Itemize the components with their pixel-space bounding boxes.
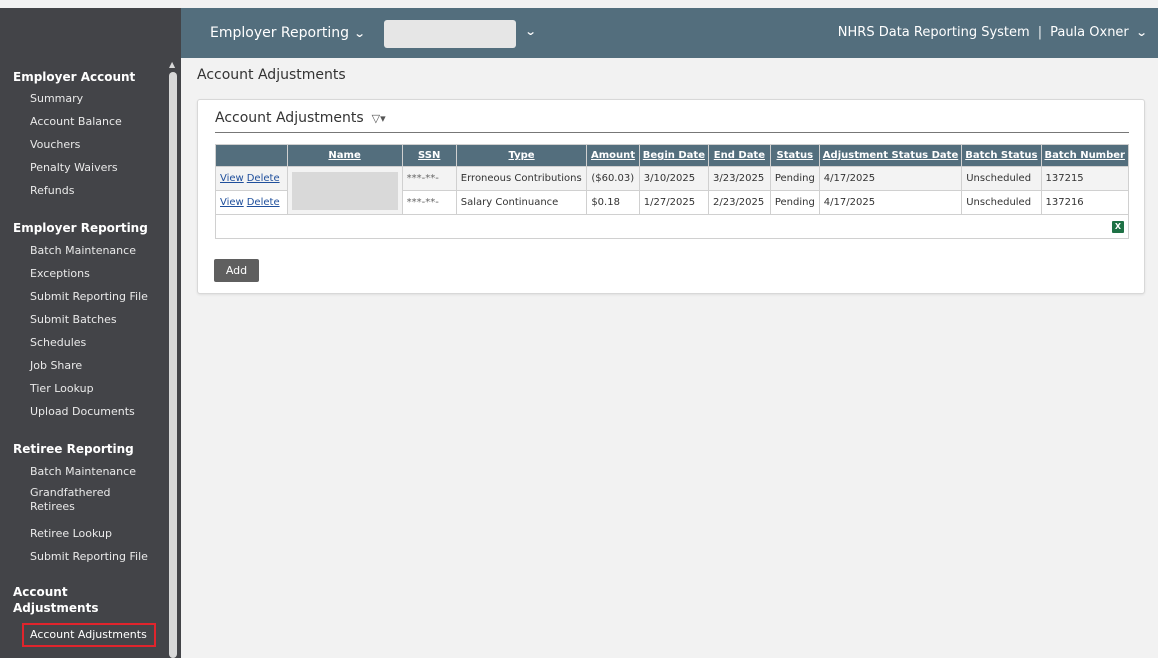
column-header-name[interactable]: Name [286,144,403,167]
actions-header [215,144,288,167]
end-date-cell: 2/23/2025 [707,190,771,215]
scroll-up-arrow-icon[interactable]: ▲ [169,60,175,69]
filter-icon[interactable]: ▽▾ [372,112,386,125]
column-header-status[interactable]: Status [769,144,820,167]
redacted-name [291,171,398,210]
employer-reporting-menu[interactable]: Employer Reporting ⌄ [210,25,366,41]
sidebar-item-job-share[interactable]: Job Share [30,359,82,372]
menu-label: Employer Reporting [210,25,349,41]
sidebar-section-retiree-reporting: Retiree Reporting [13,442,134,456]
end-date-cell: 3/23/2025 [707,166,771,191]
delete-link[interactable]: Delete [247,173,280,184]
panel-header: Account Adjustments ▽▾ [215,110,386,126]
table-row: View Delete ***-**- Erroneous Contributio… [215,166,1129,215]
view-link[interactable]: View [220,197,244,208]
header-bar: Employer Reporting ⌄ ⌄ NHRS Data Reporti… [181,8,1158,58]
sidebar-item-label: Account Adjustments [30,628,147,641]
employer-select[interactable] [384,20,516,48]
column-header-begin-date[interactable]: Begin Date [638,144,709,167]
add-button[interactable]: Add [214,259,259,282]
ssn-cell: ***-**- [401,166,457,191]
column-header-type[interactable]: Type [455,144,588,167]
column-header-batch-status[interactable]: Batch Status [961,144,1042,167]
row-actions: View Delete [215,166,288,191]
column-header-amount[interactable]: Amount [586,144,640,167]
sidebar-scrollbar[interactable]: ▲ [165,58,181,658]
table-footer: X [215,214,1129,239]
amount-cell: ($60.03) [586,166,640,191]
user-name: Paula Oxner [1050,25,1129,40]
topbar-logo-area [0,8,181,58]
amount-cell: $0.18 [586,190,640,215]
sidebar-item-batch-maintenance[interactable]: Batch Maintenance [30,244,136,257]
status-cell: Pending [769,166,820,191]
batch-number-cell: 137215 [1040,166,1129,191]
table-footer-row: X [215,214,1129,239]
view-link[interactable]: View [220,173,244,184]
sidebar-item-retiree-batch-maintenance[interactable]: Batch Maintenance [30,465,136,478]
ssn-cell: ***-**- [401,190,457,215]
begin-date-cell: 1/27/2025 [638,190,709,215]
delete-link[interactable]: Delete [247,197,280,208]
sidebar-item-penalty-waivers[interactable]: Penalty Waivers [30,161,118,174]
column-header-ssn[interactable]: SSN [401,144,457,167]
separator: | [1037,25,1043,40]
row-actions: View Delete [215,190,288,215]
batch-status-cell: Unscheduled [961,166,1042,191]
page-title: Account Adjustments [197,67,346,83]
chevron-down-icon[interactable]: ⌄ [525,25,537,38]
sidebar-item-submit-reporting-file[interactable]: Submit Reporting File [30,290,148,303]
sidebar-item-account-balance[interactable]: Account Balance [30,115,122,128]
scrollbar-thumb[interactable] [169,72,177,658]
type-cell: Erroneous Contributions [455,166,588,191]
begin-date-cell: 3/10/2025 [638,166,709,191]
divider [215,132,1129,133]
ssn-mask: ***-**- [406,197,439,208]
system-name: NHRS Data Reporting System [837,25,1030,40]
sidebar-item-grandfathered-retirees[interactable]: Grandfathered Retirees [30,486,150,514]
sidebar-item-upload-documents[interactable]: Upload Documents [30,405,135,418]
table-header-row: Name SSN Type Amount Begin Date End Date… [215,144,1129,167]
panel-title: Account Adjustments [215,110,364,126]
sidebar-item-retiree-lookup[interactable]: Retiree Lookup [30,527,112,540]
account-adjustments-panel: Account Adjustments ▽▾ Name SSN Type Amo… [197,99,1145,294]
ssn-mask: ***-**- [406,173,439,184]
sidebar-item-account-adjustments[interactable]: Account Adjustments [22,623,156,647]
column-header-batch-number[interactable]: Batch Number [1040,144,1129,167]
sidebar-item-submit-batches[interactable]: Submit Batches [30,313,117,326]
sidebar-section-employer-account: Employer Account [13,70,136,84]
sidebar-item-retiree-submit-reporting-file[interactable]: Submit Reporting File [30,550,148,563]
sidebar-section-employer-reporting: Employer Reporting [13,221,148,235]
chevron-down-icon: ⌄ [353,26,366,40]
column-header-end-date[interactable]: End Date [707,144,771,167]
adjustment-status-date-cell: 4/17/2025 [818,166,963,191]
sidebar-item-exceptions[interactable]: Exceptions [30,267,90,280]
chevron-down-icon: ⌄ [1135,26,1148,39]
user-menu[interactable]: NHRS Data Reporting System | Paula Oxner… [837,25,1148,40]
excel-export-icon[interactable]: X [1112,220,1124,233]
batch-status-cell: Unscheduled [961,190,1042,215]
top-bar: Employer Reporting ⌄ ⌄ NHRS Data Reporti… [0,0,1158,58]
adjustments-table: Name SSN Type Amount Begin Date End Date… [215,144,1129,239]
sidebar-item-schedules[interactable]: Schedules [30,336,86,349]
sidebar-item-summary[interactable]: Summary [30,92,83,105]
type-cell: Salary Continuance [455,190,588,215]
sidebar-section-account-adjustments: Account Adjustments [13,585,99,615]
column-header-adjustment-status-date[interactable]: Adjustment Status Date [818,144,963,167]
name-cell [286,166,403,215]
batch-number-cell: 137216 [1040,190,1129,215]
sidebar-item-vouchers[interactable]: Vouchers [30,138,80,151]
status-cell: Pending [769,190,820,215]
sidebar: Employer Account Summary Account Balance… [0,58,165,658]
adjustment-status-date-cell: 4/17/2025 [818,190,963,215]
sidebar-item-refunds[interactable]: Refunds [30,184,74,197]
sidebar-item-tier-lookup[interactable]: Tier Lookup [30,382,94,395]
